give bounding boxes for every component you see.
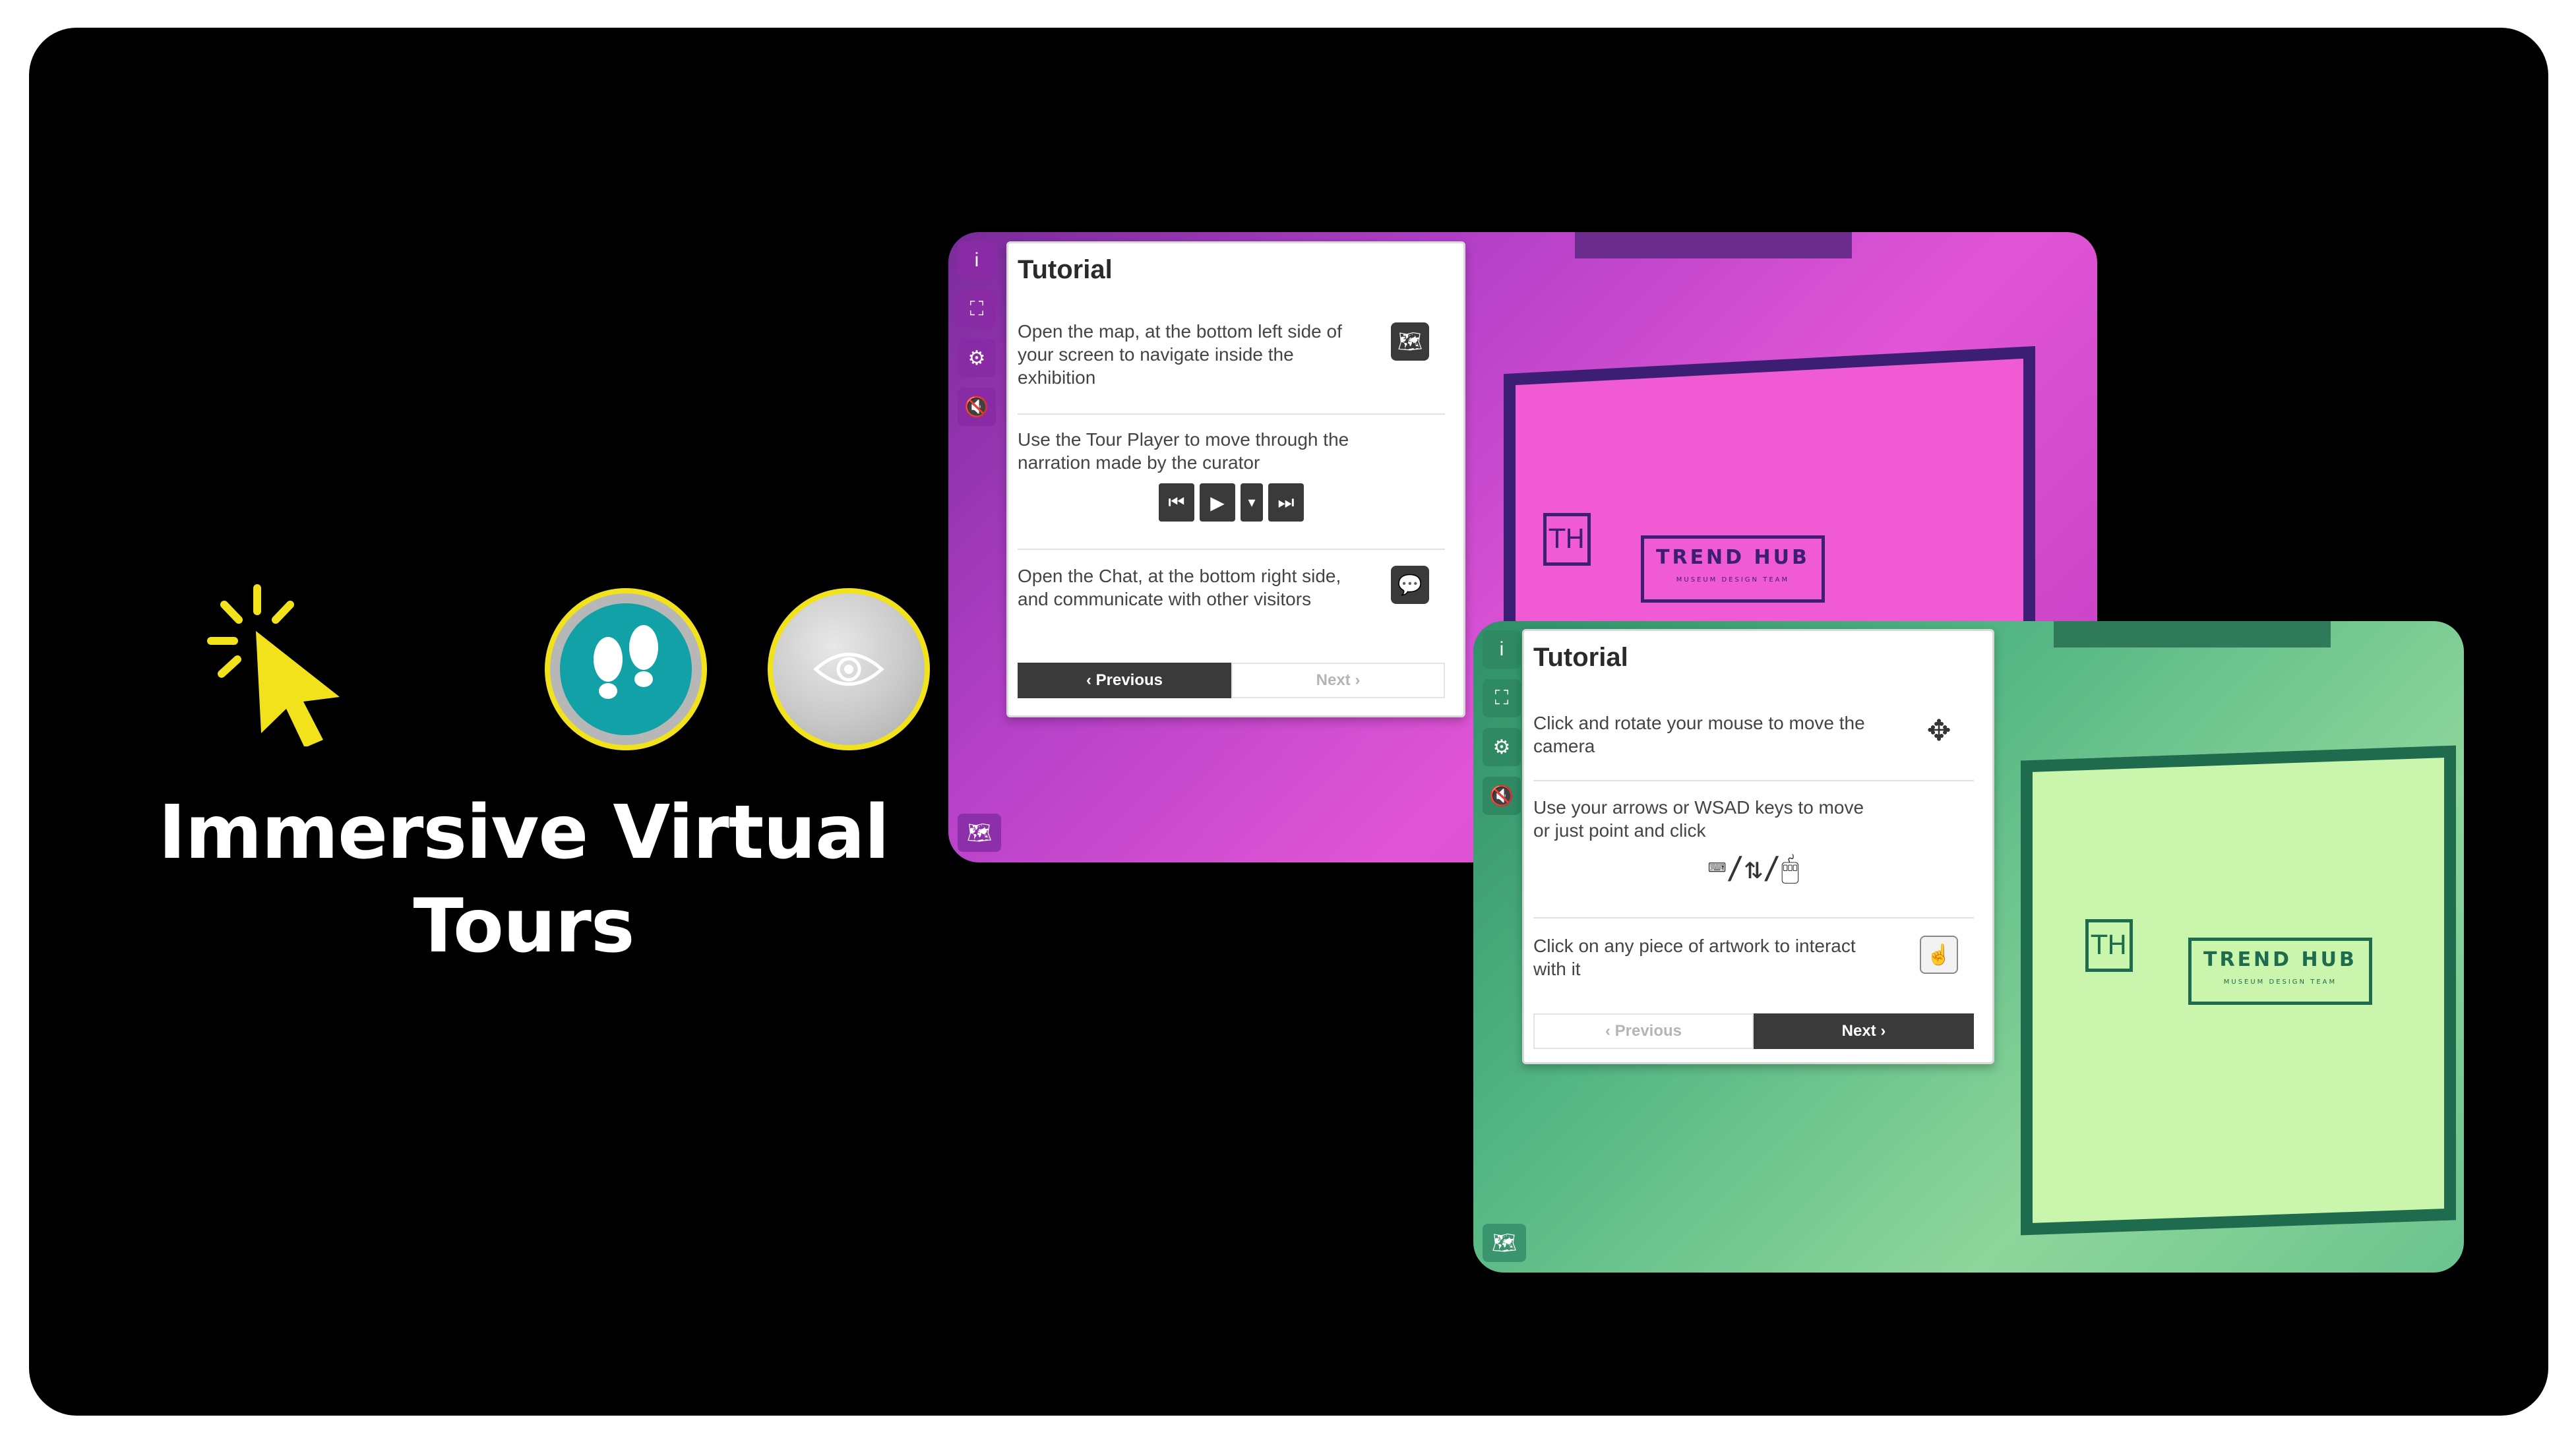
hero-icons <box>178 549 930 766</box>
scene-logo-main: TREND HUB <box>2203 948 2357 971</box>
tutorial-title: Tutorial <box>1533 643 1628 672</box>
chevron-left-icon: ‹ <box>1605 1022 1615 1040</box>
tutorial-row: Use the Tour Player to move through the … <box>1018 415 1445 550</box>
tutorial-row-text: Click and rotate your mouse to move the … <box>1533 713 1865 756</box>
tutorial-row: Open the map, at the bottom left side of… <box>1018 309 1445 415</box>
tutorial-row-text: Open the map, at the bottom left side of… <box>1018 321 1342 388</box>
hero-title: Immersive Virtual Tours <box>128 786 919 973</box>
tutorial-row: Use your arrows or WSAD keys to move or … <box>1533 781 1974 918</box>
chat-icon: 💬 <box>1391 566 1429 604</box>
next-button[interactable]: Next › <box>1231 663 1445 698</box>
next-label: Next <box>1841 1022 1876 1040</box>
scene-logo-main: TREND HUB <box>1656 546 1810 569</box>
ceiling-beam <box>1575 232 1852 258</box>
info-icon[interactable]: i <box>1483 630 1521 669</box>
previous-button[interactable]: ‹ Previous <box>1018 663 1231 698</box>
dropdown-icon[interactable]: ▾ <box>1241 483 1263 522</box>
tutorial-row: Open the Chat, at the bottom right side,… <box>1018 550 1445 655</box>
next-button[interactable]: Next › <box>1754 1013 1974 1049</box>
next-label: Next <box>1316 671 1351 689</box>
tutorial-nav: ‹ Previous Next › <box>1533 1013 1974 1049</box>
eye-icon <box>768 588 930 750</box>
previous-button[interactable]: ‹ Previous <box>1533 1013 1754 1049</box>
keyboard-mouse-icon: ⌨/⇅/🖱 <box>1707 850 1800 886</box>
tour-player-controls: ⏮ ▶ ▾ ⏭ <box>1018 483 1445 522</box>
tutorial-panel: Tutorial Click and rotate your mouse to … <box>1522 629 1994 1064</box>
tutorial-nav: ‹ Previous Next › <box>1018 663 1445 698</box>
info-icon[interactable]: i <box>958 241 996 280</box>
tutorial-row-text: Use your arrows or WSAD keys to move or … <box>1533 797 1864 841</box>
settings-icon[interactable]: ⚙ <box>1483 728 1521 766</box>
play-icon[interactable]: ▶ <box>1200 483 1235 522</box>
mute-icon[interactable]: 🔇 <box>958 388 996 426</box>
fullscreen-icon[interactable]: ⛶ <box>958 290 996 328</box>
scene-logo-sub: MUSEUM DESIGN TEAM <box>2223 978 2337 986</box>
tutorial-row: Click and rotate your mouse to move the … <box>1533 697 1974 781</box>
footsteps-icon <box>545 588 707 750</box>
scene-monogram: TH <box>1543 513 1591 566</box>
ceiling-beam <box>2054 621 2331 647</box>
hero-title-line2: Tours <box>413 884 634 969</box>
chevron-right-icon: › <box>1350 671 1361 689</box>
screenshot-green: TH TREND HUB MUSEUM DESIGN TEAM i ⛶ ⚙ 🔇 … <box>1473 621 2464 1273</box>
fullscreen-icon[interactable]: ⛶ <box>1483 679 1521 717</box>
map-icon[interactable]: 🗺 <box>958 814 1001 852</box>
rotate-camera-icon: ✥ <box>1926 714 1951 747</box>
scene-logo-sub: MUSEUM DESIGN TEAM <box>1676 576 1790 584</box>
mute-icon[interactable]: 🔇 <box>1483 777 1521 815</box>
cursor-click-icon <box>207 584 340 746</box>
sidebar: i ⛶ ⚙ 🔇 <box>948 232 1005 862</box>
skip-forward-icon[interactable]: ⏭ <box>1268 483 1304 522</box>
previous-label: Previous <box>1095 671 1163 689</box>
tutorial-row-text: Use the Tour Player to move through the … <box>1018 429 1349 473</box>
slide-frame: Immersive Virtual Tours TH TREND HUB MUS… <box>29 28 2548 1416</box>
previous-label: Previous <box>1614 1022 1682 1040</box>
hero-title-line1: Immersive Virtual <box>158 790 890 876</box>
tutorial-row-text: Click on any piece of artwork to interac… <box>1533 936 1856 979</box>
chevron-left-icon: ‹ <box>1086 671 1096 689</box>
skip-back-icon[interactable]: ⏮ <box>1159 483 1194 522</box>
map-icon[interactable]: 🗺 <box>1483 1224 1526 1262</box>
settings-icon[interactable]: ⚙ <box>958 339 996 377</box>
map-icon: 🗺 <box>1391 322 1429 361</box>
chevron-right-icon: › <box>1876 1022 1886 1040</box>
scene-logo: TREND HUB MUSEUM DESIGN TEAM <box>2188 938 2372 1005</box>
scene-logo: TREND HUB MUSEUM DESIGN TEAM <box>1641 535 1825 603</box>
tutorial-panel: Tutorial Open the map, at the bottom lef… <box>1006 241 1465 717</box>
tutorial-row-text: Open the Chat, at the bottom right side,… <box>1018 566 1341 609</box>
tutorial-row: Click on any piece of artwork to interac… <box>1533 918 1974 1011</box>
scene-monogram: TH <box>2085 919 2133 972</box>
tutorial-title: Tutorial <box>1018 255 1113 284</box>
click-artwork-icon: ☝ <box>1920 936 1958 974</box>
